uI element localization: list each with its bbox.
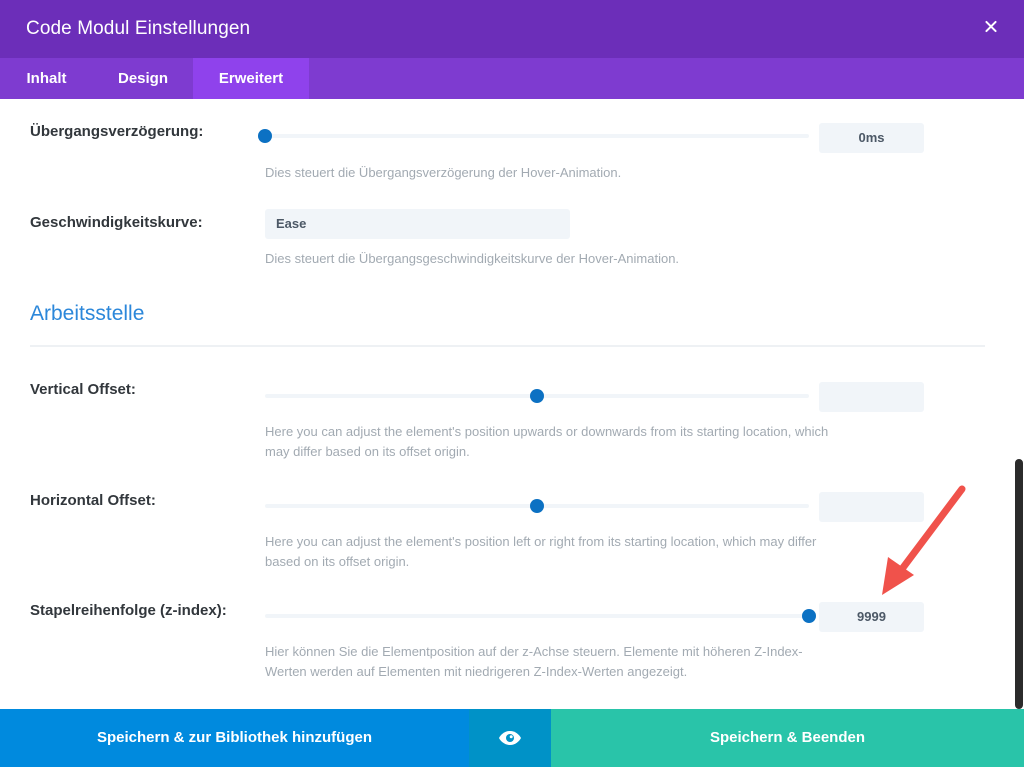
speed-curve-label: Geschwindigkeitskurve: <box>30 214 203 231</box>
transition-delay-value[interactable]: 0ms <box>819 123 924 153</box>
horizontal-offset-description: Here you can adjust the element's positi… <box>265 534 817 569</box>
transition-delay-description: Dies steuert die Übergangsverzögerung de… <box>265 165 622 180</box>
scrollbar[interactable] <box>1015 459 1023 709</box>
z-index-slider-handle[interactable] <box>802 609 816 623</box>
transition-delay-slider-handle[interactable] <box>258 129 272 143</box>
tab-bar: Inhalt Design Erweitert <box>0 58 1024 99</box>
z-index-description: Hier können Sie die Elementposition auf … <box>265 644 803 679</box>
annotation-arrow-icon <box>882 485 966 595</box>
vertical-offset-description: Here you can adjust the element's positi… <box>265 424 829 459</box>
section-divider <box>30 345 985 347</box>
modal-title: Code Modul Einstellungen <box>26 18 251 39</box>
horizontal-offset-label: Horizontal Offset: <box>30 492 156 509</box>
modal-header: Code Modul Einstellungen <box>0 0 1024 58</box>
close-icon[interactable] <box>980 16 1002 38</box>
footer-bar: Speichern & zur Bibliothek hinzufügen Sp… <box>0 709 1024 767</box>
save-and-exit-button[interactable]: Speichern & Beenden <box>551 709 1024 767</box>
z-index-value[interactable]: 9999 <box>819 602 924 632</box>
vertical-offset-slider[interactable] <box>265 389 809 403</box>
transition-delay-slider[interactable] <box>258 129 809 143</box>
transition-delay-label: Übergangsverzögerung: <box>30 123 204 140</box>
preview-button[interactable] <box>469 709 551 767</box>
horizontal-offset-slider[interactable] <box>265 499 809 513</box>
speed-curve-select[interactable]: Ease <box>265 209 570 239</box>
z-index-slider[interactable] <box>265 609 816 623</box>
save-to-library-button[interactable]: Speichern & zur Bibliothek hinzufügen <box>0 709 469 767</box>
tab-inhalt[interactable]: Inhalt <box>0 58 93 99</box>
vertical-offset-label: Vertical Offset: <box>30 381 136 398</box>
vertical-offset-value[interactable] <box>819 382 924 412</box>
speed-curve-description: Dies steuert die Übergangsgeschwindigkei… <box>265 251 680 266</box>
vertical-offset-slider-handle[interactable] <box>530 389 544 403</box>
tab-design[interactable]: Design <box>93 58 193 99</box>
settings-panel[interactable]: Übergangsverzögerung: 0ms Dies steuert d… <box>0 99 1024 709</box>
horizontal-offset-slider-handle[interactable] <box>530 499 544 513</box>
eye-icon <box>499 731 521 745</box>
z-index-label: Stapelreihenfolge (z-index): <box>30 602 227 619</box>
tab-erweitert[interactable]: Erweitert <box>193 58 309 99</box>
section-title[interactable]: Arbeitsstelle <box>30 302 144 326</box>
